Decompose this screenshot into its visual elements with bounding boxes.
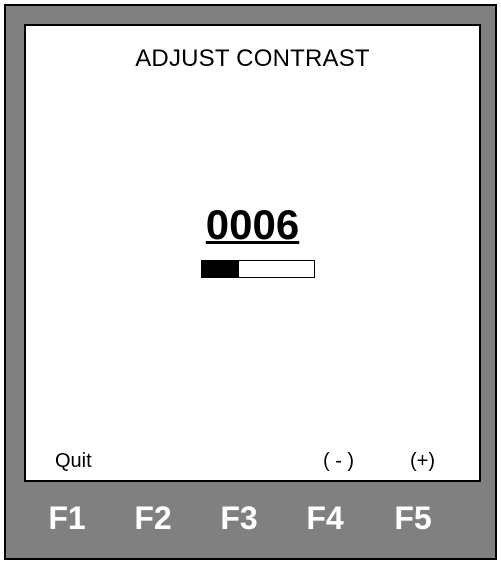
- screen-title: ADJUST CONTRAST: [135, 45, 370, 72]
- f4-key[interactable]: F4: [295, 497, 355, 539]
- softkey-label-increase: (+): [410, 450, 435, 472]
- f5-key[interactable]: F5: [383, 497, 443, 539]
- contrast-level-bar: [201, 260, 315, 278]
- contrast-value: 0006: [205, 201, 300, 248]
- softkey-label-quit: Quit: [55, 450, 92, 472]
- f3-key[interactable]: F3: [209, 497, 269, 539]
- softkey-label-decrease: ( - ): [323, 450, 355, 472]
- f2-key[interactable]: F2: [123, 497, 183, 539]
- f1-key[interactable]: F1: [37, 497, 97, 539]
- function-key-row: F1 F2 F3 F4 F5: [6, 497, 495, 539]
- lcd-screen: ADJUST CONTRAST 0006 Quit ( - ) (+): [24, 24, 481, 482]
- contrast-level-fill: [202, 261, 239, 277]
- device-panel: ADJUST CONTRAST 0006 Quit ( - ) (+) F1 F…: [4, 4, 497, 560]
